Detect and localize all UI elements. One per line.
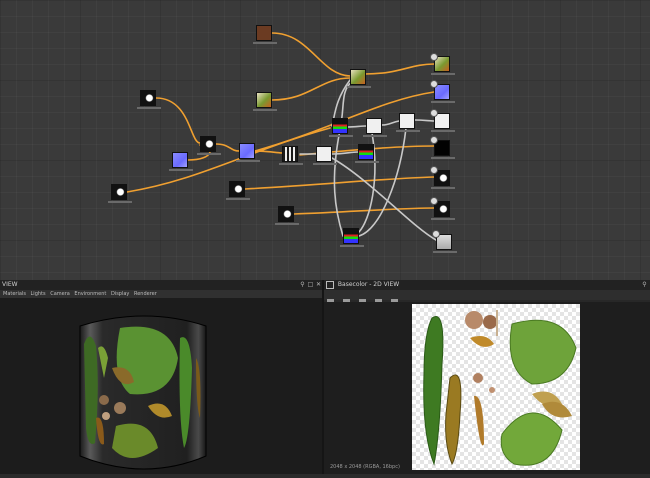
- graph-node[interactable]: [313, 146, 337, 165]
- close-icon[interactable]: ✕: [315, 281, 322, 288]
- wire: [155, 97, 201, 144]
- output-port[interactable]: [430, 109, 438, 117]
- 2d-view-title: Basecolor - 2D VIEW: [337, 281, 400, 288]
- maximize-icon[interactable]: □: [307, 281, 314, 288]
- 2d-view-panel: Basecolor - 2D VIEW ⚲ 2048 x 2048 (RGBA,…: [324, 280, 650, 474]
- graph-node[interactable]: [363, 118, 387, 137]
- graph-node[interactable]: [347, 69, 371, 88]
- graph-node[interactable]: [169, 152, 193, 171]
- menu-display[interactable]: Display: [111, 291, 129, 297]
- graph-node[interactable]: [137, 90, 161, 109]
- menu-environment[interactable]: Environment: [74, 291, 106, 297]
- 2d-view-header: Basecolor - 2D VIEW ⚲: [324, 280, 650, 290]
- graph-node[interactable]: [236, 143, 260, 162]
- graph-node[interactable]: [279, 146, 303, 165]
- graph-node[interactable]: [329, 118, 353, 137]
- texture-info: 2048 x 2048 (RGBA, 16bpc): [330, 464, 400, 470]
- menu-lights[interactable]: Lights: [31, 291, 46, 297]
- graph-connections: [126, 32, 437, 241]
- 3d-view-menu: Materials Lights Camera Environment Disp…: [0, 290, 322, 298]
- pin-icon[interactable]: ⚲: [299, 281, 306, 288]
- 3d-viewport[interactable]: [0, 298, 322, 474]
- wire: [347, 125, 367, 128]
- 3d-view-header: VIEW ⚲ □ ✕: [0, 280, 322, 290]
- wire: [271, 77, 351, 101]
- graph-node[interactable]: [340, 228, 364, 247]
- wire: [381, 120, 400, 126]
- 2d-view-icon: [326, 280, 334, 289]
- node-graph-canvas[interactable]: [0, 0, 650, 280]
- output-port[interactable]: [430, 80, 438, 88]
- wire: [244, 176, 435, 190]
- 3d-view-panel: VIEW ⚲ □ ✕ Materials Lights Camera Envir…: [0, 280, 322, 474]
- output-port[interactable]: [430, 53, 438, 61]
- graph-node[interactable]: [275, 206, 299, 225]
- graph-node[interactable]: [226, 181, 250, 200]
- 3d-model-preview: [79, 315, 207, 470]
- menu-camera[interactable]: Camera: [50, 291, 70, 297]
- basecolor-texture: [423, 310, 577, 466]
- texture-canvas: [412, 304, 580, 470]
- 2d-view-toolbar: [324, 290, 650, 305]
- 2d-viewport[interactable]: 2048 x 2048 (RGBA, 16bpc): [324, 302, 650, 474]
- output-port[interactable]: [430, 166, 438, 174]
- wire: [271, 32, 351, 77]
- 3d-view-title: VIEW: [2, 281, 18, 288]
- wire: [215, 143, 240, 152]
- graph-node[interactable]: [253, 25, 277, 44]
- menu-renderer[interactable]: Renderer: [134, 291, 157, 297]
- menu-materials[interactable]: Materials: [3, 291, 26, 297]
- output-port[interactable]: [432, 230, 440, 238]
- output-port[interactable]: [430, 197, 438, 205]
- graph-node[interactable]: [355, 144, 379, 163]
- graph-node[interactable]: [197, 136, 221, 155]
- output-port[interactable]: [430, 136, 438, 144]
- wire: [293, 207, 435, 215]
- graph-node[interactable]: [396, 113, 420, 132]
- wire: [364, 63, 435, 75]
- pin-icon[interactable]: ⚲: [641, 281, 648, 288]
- graph-node[interactable]: [108, 184, 132, 203]
- graph-node[interactable]: [253, 92, 277, 111]
- wire: [414, 119, 435, 122]
